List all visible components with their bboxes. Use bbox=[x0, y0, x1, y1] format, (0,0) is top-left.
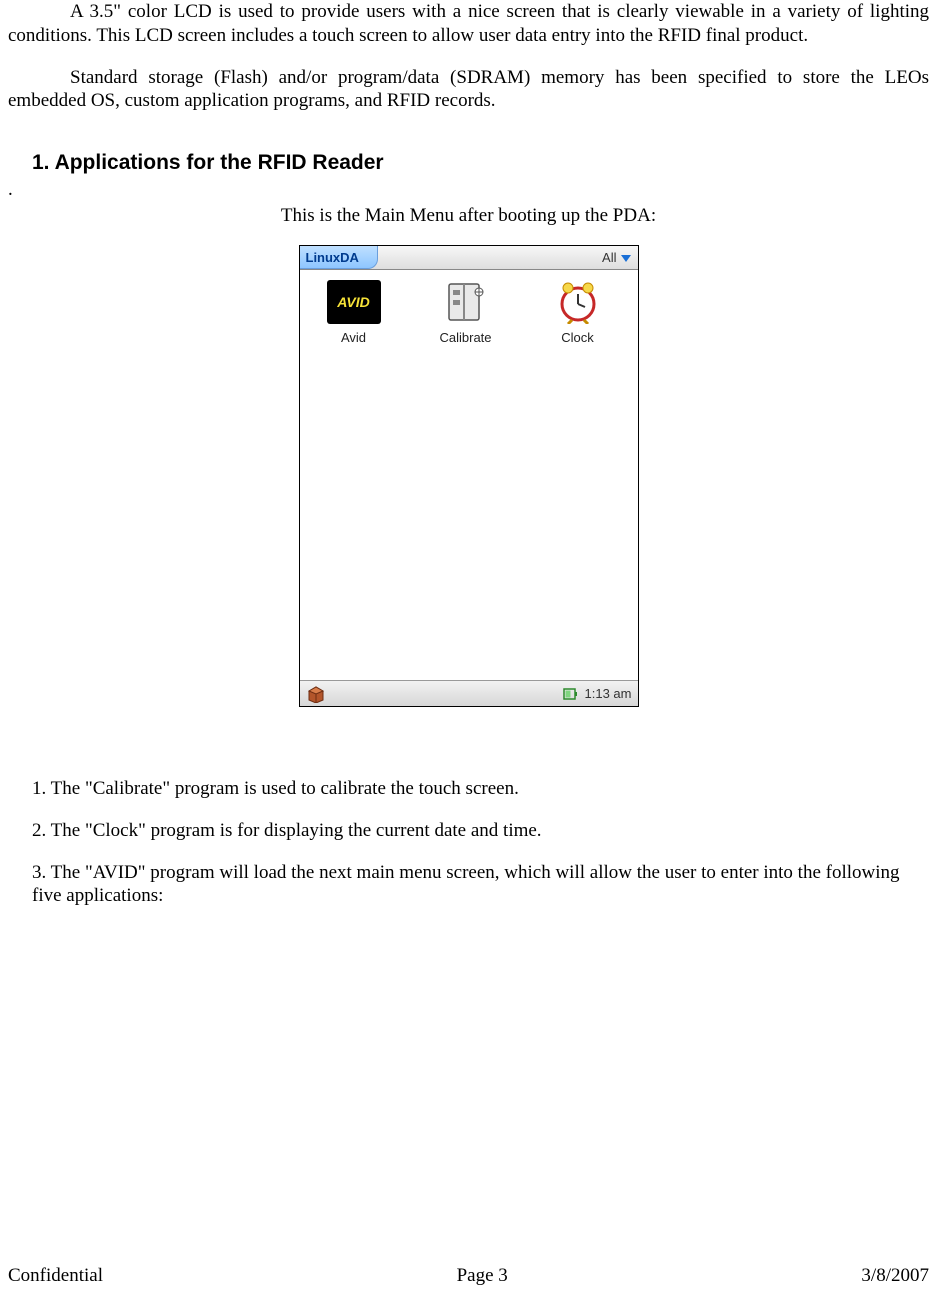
footer-center: Page 3 bbox=[457, 1265, 508, 1287]
pda-screenshot: LinuxDA All AVID Avid bbox=[299, 245, 639, 707]
pda-filter-dropdown[interactable]: All bbox=[596, 246, 637, 269]
pda-title-text: LinuxDA bbox=[306, 250, 359, 265]
app-calibrate-label: Calibrate bbox=[416, 330, 516, 345]
pda-taskbar: 1:13 am bbox=[300, 680, 638, 706]
list-item-3: 3. The "AVID" program will load the next… bbox=[32, 861, 919, 909]
section-heading: 1. Applications for the RFID Reader bbox=[32, 151, 929, 175]
paragraph-storage: Standard storage (Flash) and/or program/… bbox=[8, 66, 929, 114]
app-clock[interactable]: Clock bbox=[528, 280, 628, 345]
taskbar-time: 1:13 am bbox=[585, 686, 632, 701]
avid-icon: AVID bbox=[327, 280, 381, 324]
app-avid[interactable]: AVID Avid bbox=[304, 280, 404, 345]
footer-left: Confidential bbox=[8, 1265, 103, 1287]
app-avid-label: Avid bbox=[304, 330, 404, 345]
clock-icon bbox=[551, 280, 605, 324]
chevron-down-icon bbox=[620, 253, 632, 263]
numbered-list: 1. The "Calibrate" program is used to ca… bbox=[32, 777, 919, 908]
stray-dot: . bbox=[8, 179, 929, 201]
calibrate-icon bbox=[439, 280, 493, 324]
paragraph-lcd: A 3.5" color LCD is used to provide user… bbox=[8, 0, 929, 48]
page-footer: Confidential Page 3 3/8/2007 bbox=[8, 1265, 929, 1287]
pda-titlebar: LinuxDA All bbox=[300, 246, 638, 270]
figure-caption: This is the Main Menu after booting up t… bbox=[8, 205, 929, 227]
footer-right: 3/8/2007 bbox=[861, 1265, 929, 1287]
package-icon[interactable] bbox=[306, 685, 326, 703]
battery-icon[interactable] bbox=[562, 686, 580, 702]
list-item-2: 2. The "Clock" program is for displaying… bbox=[32, 819, 919, 843]
app-calibrate[interactable]: Calibrate bbox=[416, 280, 516, 345]
list-item-1: 1. The "Calibrate" program is used to ca… bbox=[32, 777, 919, 801]
pda-app-grid: AVID Avid Calibrate bbox=[300, 270, 638, 680]
pda-filter-label: All bbox=[602, 250, 616, 265]
app-clock-label: Clock bbox=[528, 330, 628, 345]
pda-title-tab[interactable]: LinuxDA bbox=[300, 246, 378, 269]
